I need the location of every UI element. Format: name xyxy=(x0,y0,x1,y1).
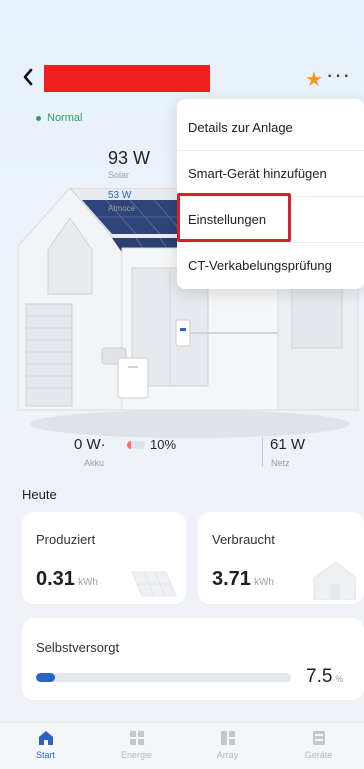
nav-energie-label: Energie xyxy=(120,750,153,760)
self-sufficiency-number: 7.5 xyxy=(306,666,333,687)
solar-label: Solar xyxy=(108,170,130,180)
status-indicator: Normal xyxy=(36,112,82,124)
solar-power-value: 93 W xyxy=(108,148,151,168)
solar-panel-icon xyxy=(129,731,144,745)
house-decoration-icon xyxy=(313,561,356,600)
consumed-value: 3.71 kWh xyxy=(212,568,274,591)
battery-power-text: 0 W xyxy=(74,436,101,453)
status-label: Normal xyxy=(47,112,83,124)
battery-level-fill xyxy=(127,441,131,449)
consumed-number: 3.71 xyxy=(212,568,251,590)
top-bar: ★ ··· xyxy=(0,62,364,96)
nav-array[interactable]: Array xyxy=(182,723,273,769)
nav-geraete-label: Geräte xyxy=(304,750,333,760)
self-sufficiency-label: Selbstversorgt xyxy=(36,640,120,655)
produced-unit: kWh xyxy=(77,577,98,588)
consumed-label: Verbraucht xyxy=(212,532,275,547)
back-button[interactable] xyxy=(22,66,34,92)
chevron-left-icon xyxy=(23,68,33,86)
produced-card[interactable]: Produziert 0.31 kWh xyxy=(22,512,186,604)
menu-item-settings[interactable]: Einstellungen xyxy=(177,196,364,242)
battery-label: Akku xyxy=(84,458,105,468)
favorite-star-icon[interactable]: ★ xyxy=(305,67,323,92)
menu-item-plant-details[interactable]: Details zur Anlage xyxy=(177,104,364,150)
home-icon xyxy=(38,731,53,745)
battery-separator: · xyxy=(100,436,106,453)
nav-start[interactable]: Start xyxy=(0,723,91,769)
more-dropdown-menu: Details zur Anlage Smart-Gerät hinzufüge… xyxy=(177,99,364,289)
nav-geraete[interactable]: Geräte xyxy=(273,723,364,769)
nav-start-label: Start xyxy=(35,750,55,760)
produced-number: 0.31 xyxy=(36,568,75,590)
consumed-card[interactable]: Verbraucht 3.71 kWh xyxy=(198,512,364,604)
self-sufficiency-bar xyxy=(36,673,291,682)
self-sufficiency-fill xyxy=(36,673,56,682)
nav-energie[interactable]: Energie xyxy=(91,723,182,769)
self-sufficiency-value: 7.5% xyxy=(306,666,343,688)
status-dot-icon xyxy=(36,115,41,121)
atmoce-label: Atmoce xyxy=(108,204,136,213)
produced-label: Produziert xyxy=(36,532,96,547)
solar-panel-decoration-icon xyxy=(131,571,177,597)
redacted-plant-name xyxy=(44,65,210,92)
consumed-unit: kWh xyxy=(253,577,274,588)
more-menu-button[interactable]: ··· xyxy=(326,62,351,88)
produced-value: 0.31 kWh xyxy=(36,568,98,591)
battery-power-value: 0 W· xyxy=(74,436,106,453)
today-title: Heute xyxy=(22,487,57,502)
grid-power-value: 61 W xyxy=(270,436,306,453)
battery-percent: 10% xyxy=(150,437,177,452)
bottom-navigation: Start Energie Array Geräte xyxy=(0,722,364,769)
menu-item-ct-wiring-check[interactable]: CT-Verkabelungsprüfung xyxy=(177,242,364,288)
nav-array-label: Array xyxy=(216,750,239,760)
flow-divider xyxy=(262,437,263,467)
device-icon xyxy=(312,731,325,745)
menu-item-add-smart-device[interactable]: Smart-Gerät hinzufügen xyxy=(177,150,364,196)
self-sufficiency-unit: % xyxy=(335,674,344,684)
array-grid-icon xyxy=(220,731,235,745)
self-sufficiency-card[interactable]: Selbstversorgt 7.5% xyxy=(22,618,364,700)
battery-level-bar xyxy=(127,441,145,449)
grid-label: Netz xyxy=(271,458,290,468)
atmoce-power-value: 53 W xyxy=(108,190,132,201)
